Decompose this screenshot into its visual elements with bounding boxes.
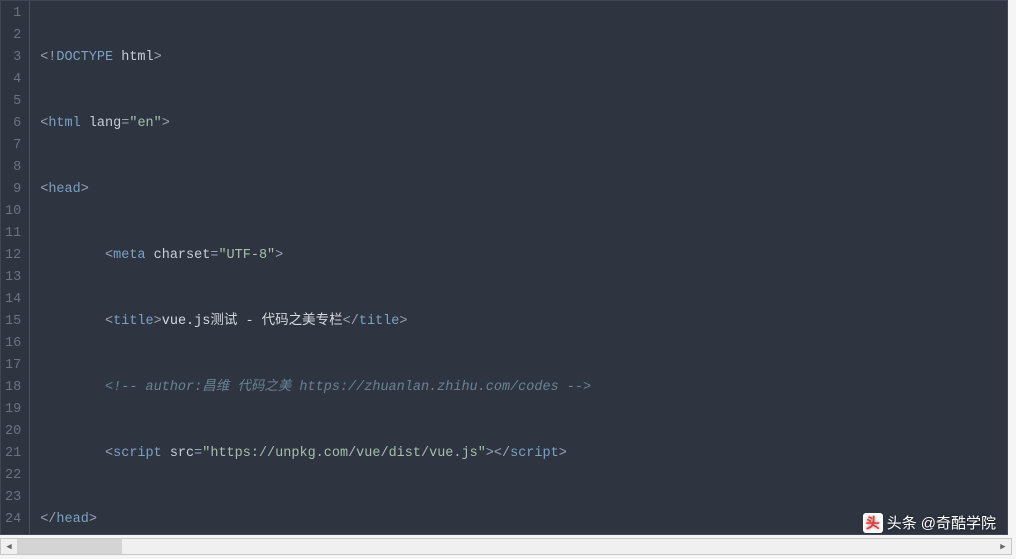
line-number: 12 bbox=[5, 245, 21, 267]
code-area[interactable]: <!DOCTYPE html> <html lang="en"> <head> … bbox=[30, 1, 931, 534]
toutiao-logo-icon: 头 bbox=[863, 513, 883, 533]
line-number: 24 bbox=[5, 509, 21, 531]
line-number: 15 bbox=[5, 311, 21, 333]
line-number: 13 bbox=[5, 267, 21, 289]
watermark-brand: 头条 bbox=[887, 512, 917, 533]
line-number-gutter: 1 2 3 4 5 6 7 8 9 10 11 12 13 14 15 16 1… bbox=[1, 1, 30, 534]
scrollbar-thumb[interactable] bbox=[17, 539, 122, 554]
line-number: 19 bbox=[5, 399, 21, 421]
watermark-author: @奇酷学院 bbox=[921, 512, 996, 533]
horizontal-scrollbar[interactable]: ◀ ▶ bbox=[0, 538, 1012, 555]
line-number: 22 bbox=[5, 465, 21, 487]
line-number: 3 bbox=[5, 47, 21, 69]
scroll-right-icon[interactable]: ▶ bbox=[995, 539, 1011, 554]
line-number: 23 bbox=[5, 487, 21, 509]
code-line[interactable]: <script src="https://unpkg.com/vue/dist/… bbox=[40, 443, 931, 465]
line-number: 5 bbox=[5, 91, 21, 113]
line-number: 20 bbox=[5, 421, 21, 443]
code-line[interactable]: <!-- author:昌维 代码之美 https://zhuanlan.zhi… bbox=[40, 377, 931, 399]
code-line[interactable]: </head> bbox=[40, 509, 931, 531]
line-number: 8 bbox=[5, 157, 21, 179]
code-line[interactable]: <!DOCTYPE html> bbox=[40, 47, 931, 69]
line-number: 21 bbox=[5, 443, 21, 465]
line-number: 1 bbox=[5, 3, 21, 25]
line-number: 2 bbox=[5, 25, 21, 47]
scrollbar-track[interactable] bbox=[17, 539, 995, 554]
line-number: 17 bbox=[5, 355, 21, 377]
scroll-left-icon[interactable]: ◀ bbox=[1, 539, 17, 554]
code-line[interactable]: <head> bbox=[40, 179, 931, 201]
line-number: 7 bbox=[5, 135, 21, 157]
code-editor[interactable]: 1 2 3 4 5 6 7 8 9 10 11 12 13 14 15 16 1… bbox=[0, 0, 1008, 535]
line-number: 10 bbox=[5, 201, 21, 223]
line-number: 9 bbox=[5, 179, 21, 201]
code-line[interactable]: <title>vue.js测试 - 代码之美专栏</title> bbox=[40, 311, 931, 333]
line-number: 4 bbox=[5, 69, 21, 91]
line-number: 6 bbox=[5, 113, 21, 135]
line-number: 18 bbox=[5, 377, 21, 399]
code-line[interactable]: <meta charset="UTF-8"> bbox=[40, 245, 931, 267]
line-number: 14 bbox=[5, 289, 21, 311]
code-line[interactable]: <html lang="en"> bbox=[40, 113, 931, 135]
watermark: 头 头条 @奇酷学院 bbox=[863, 512, 996, 533]
line-number: 11 bbox=[5, 223, 21, 245]
line-number: 16 bbox=[5, 333, 21, 355]
